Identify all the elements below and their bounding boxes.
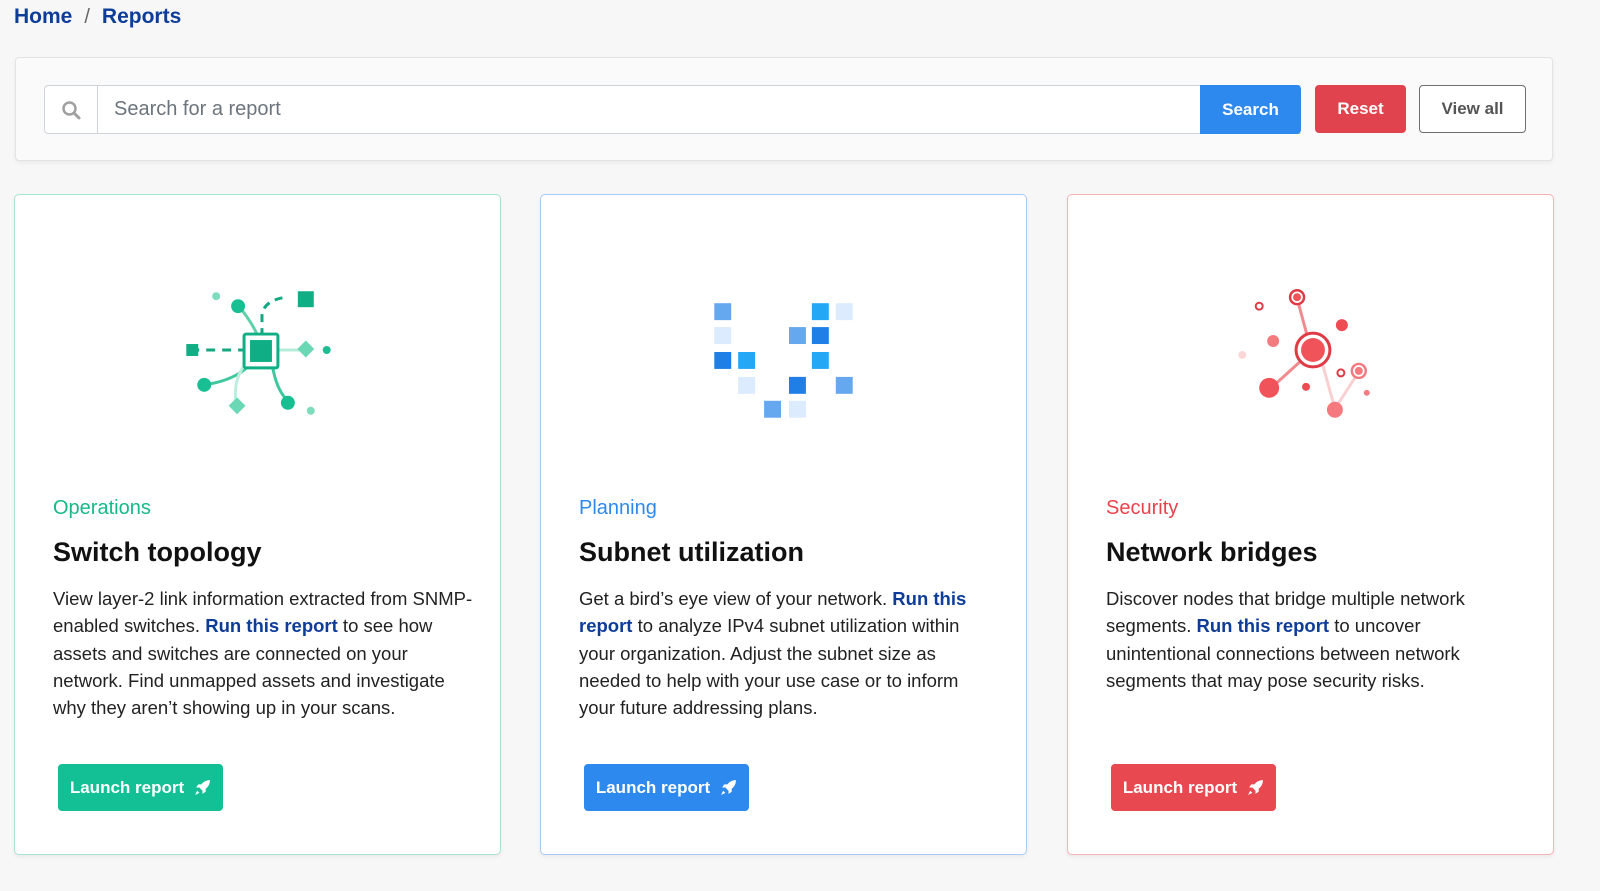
card-category: Security: [1106, 497, 1179, 519]
rocket-icon: [195, 780, 211, 795]
subnet-grid-illustration: [714, 303, 853, 418]
search-panel: Search Reset View all: [15, 57, 1553, 161]
card-title: Subnet utilization: [579, 537, 804, 567]
search-icon: [44, 85, 97, 134]
card-description: Discover nodes that bridge multiple netw…: [1106, 585, 1526, 694]
launch-report-label: Launch report: [595, 777, 711, 797]
card-category: Planning: [579, 497, 657, 519]
network-bridges-illustration: [1238, 289, 1370, 418]
breadcrumb-separator: /: [84, 5, 90, 28]
device-node: [297, 291, 314, 308]
launch-report-button[interactable]: Launch report: [58, 764, 223, 811]
card-description: Get a bird’s eye view of your network. R…: [579, 585, 999, 721]
run-report-link[interactable]: Run this report: [205, 615, 338, 636]
breadcrumb-home[interactable]: Home: [14, 5, 72, 29]
card-description: View layer-2 link information extracted …: [53, 585, 473, 721]
report-card-switch-topology: Operations Switch topology View layer-2 …: [14, 194, 501, 855]
card-category: Operations: [53, 497, 151, 519]
rocket-icon: [1248, 780, 1264, 795]
launch-report-button[interactable]: Launch report: [1111, 764, 1276, 811]
search-input[interactable]: [97, 85, 1301, 134]
run-report-link[interactable]: Run this report: [1197, 615, 1330, 636]
view-all-button[interactable]: View all: [1419, 85, 1526, 133]
description-text: Get a bird’s eye view of your network.: [579, 588, 893, 609]
network-topology-illustration: [186, 291, 331, 415]
reset-button[interactable]: Reset: [1315, 85, 1406, 133]
report-card-network-bridges: Security Network bridges Discover nodes …: [1067, 194, 1554, 855]
launch-report-button[interactable]: Launch report: [584, 764, 749, 811]
card-title: Switch topology: [53, 537, 262, 567]
breadcrumb: Home / Reports: [14, 5, 181, 29]
breadcrumb-reports[interactable]: Reports: [102, 5, 181, 29]
launch-report-label: Launch report: [69, 777, 185, 797]
rocket-icon: [721, 780, 737, 795]
description-text: to analyze IPv4 subnet utilization withi…: [579, 615, 960, 719]
search-button[interactable]: Search: [1200, 85, 1301, 134]
subnet-cells: [714, 303, 853, 418]
launch-report-label: Launch report: [1122, 777, 1238, 797]
report-card-subnet-utilization: Planning Subnet utilization Get a bird’s…: [540, 194, 1027, 855]
card-title: Network bridges: [1106, 537, 1318, 567]
search-group: [44, 85, 1301, 134]
